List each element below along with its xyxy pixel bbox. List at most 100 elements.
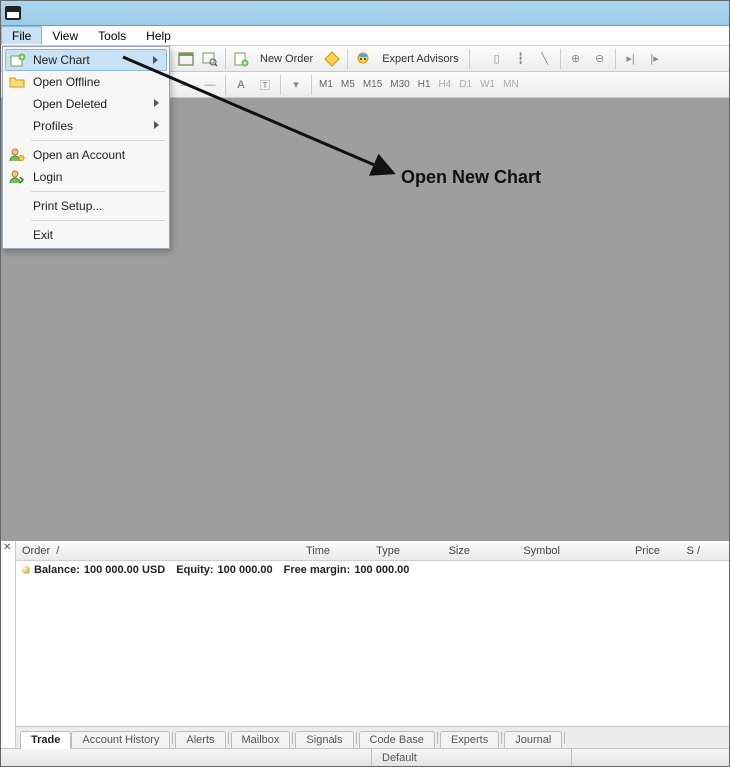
file-menu-new-chart[interactable]: New Chart <box>5 49 167 71</box>
file-menu-login[interactable]: Login <box>5 166 167 188</box>
menu-tools[interactable]: Tools <box>88 26 136 45</box>
terminal-tabs: Trade Account History Alerts Mailbox Sig… <box>16 726 729 748</box>
col-type[interactable]: Type <box>336 545 406 557</box>
col-time[interactable]: Time <box>176 545 336 557</box>
menu-file[interactable]: File <box>1 26 42 45</box>
terminal-tab-experts[interactable]: Experts <box>440 731 499 749</box>
expert-advisors-button[interactable]: Expert Advisors <box>376 48 464 70</box>
terminal-tab-alerts[interactable]: Alerts <box>175 731 225 749</box>
expert-advisors-icon[interactable] <box>352 48 374 70</box>
file-menu-open-account[interactable]: Open an Account <box>5 144 167 166</box>
margin-value: 100 000.00 <box>354 564 409 576</box>
terminal-tab-journal[interactable]: Journal <box>504 731 562 749</box>
shift-chart-icon[interactable]: |▸ <box>644 48 666 70</box>
margin-label: Free margin: <box>284 564 351 576</box>
toolbar-separator <box>280 75 281 95</box>
toolbar-separator <box>560 49 561 69</box>
window-titlebar <box>1 1 729 26</box>
plus-chart-icon <box>10 53 26 69</box>
user-add-icon <box>9 147 25 163</box>
statusbar: Default <box>1 748 729 766</box>
terminal-tab-signals[interactable]: Signals <box>295 731 353 749</box>
submenu-arrow-icon <box>154 99 159 107</box>
timeframe-m1[interactable]: M1 <box>316 79 336 90</box>
menu-separator <box>31 140 165 141</box>
statusbar-profile[interactable]: Default <box>371 749 571 766</box>
terminal-panel: ✕ Terminal Order / Time Type Size Symbol… <box>1 540 729 748</box>
menu-view[interactable]: View <box>42 26 88 45</box>
new-order-label: New Order <box>260 53 313 65</box>
object-list-icon[interactable]: ▾ <box>285 74 307 96</box>
menu-item-label: Open Deleted <box>33 97 107 111</box>
terminal-tab-history[interactable]: Account History <box>71 731 170 749</box>
timeframe-h1[interactable]: H1 <box>415 79 434 90</box>
new-order-button[interactable]: New Order <box>254 48 319 70</box>
expert-advisors-label: Expert Advisors <box>382 53 458 65</box>
equity-label: Equity: <box>176 564 213 576</box>
col-symbol[interactable]: Symbol <box>476 545 566 557</box>
menu-item-label: Open an Account <box>33 148 125 162</box>
submenu-arrow-icon <box>154 121 159 129</box>
timeframe-w1[interactable]: W1 <box>477 79 498 90</box>
menu-item-label: Exit <box>33 228 53 242</box>
file-menu-print-setup[interactable]: Print Setup... <box>5 195 167 217</box>
equity-value: 100 000.00 <box>218 564 273 576</box>
timeframe-h4[interactable]: H4 <box>436 79 455 90</box>
menu-item-label: Print Setup... <box>33 199 102 213</box>
col-order[interactable]: Order / <box>16 545 176 557</box>
line-tool-icon[interactable]: — <box>175 74 197 96</box>
file-menu-exit[interactable]: Exit <box>5 224 167 246</box>
alert-diamond-icon[interactable] <box>321 48 343 70</box>
submenu-arrow-icon <box>153 56 158 64</box>
file-menu-open-deleted[interactable]: Open Deleted <box>5 93 167 115</box>
line-chart-icon[interactable]: ╲ <box>534 48 556 70</box>
toolbar-separator <box>311 75 312 95</box>
balance-dot-icon <box>22 566 30 574</box>
zoom-chart-icon[interactable] <box>199 48 221 70</box>
col-size[interactable]: Size <box>406 545 476 557</box>
menu-item-label: Profiles <box>33 119 73 133</box>
candle-chart-icon[interactable]: ┇ <box>510 48 532 70</box>
timeframe-m15[interactable]: M15 <box>360 79 385 90</box>
app-window-icon <box>5 6 21 20</box>
menu-item-label: Open Offline <box>33 75 100 89</box>
folder-open-icon <box>9 74 25 90</box>
hline-tool-icon[interactable]: ― <box>199 74 221 96</box>
menu-item-label: Login <box>33 170 62 184</box>
balance-label: Balance: <box>34 564 80 576</box>
col-price[interactable]: Price <box>566 545 666 557</box>
file-menu-dropdown: New Chart Open Offline Open Deleted Prof… <box>2 46 170 249</box>
col-sl[interactable]: S / <box>666 545 706 557</box>
bar-chart-icon[interactable]: ▯ <box>486 48 508 70</box>
terminal-empty-area <box>16 579 729 726</box>
timeframe-d1[interactable]: D1 <box>456 79 475 90</box>
menubar: File View Tools Help <box>1 26 729 46</box>
file-menu-open-offline[interactable]: Open Offline <box>5 71 167 93</box>
toolbar-separator <box>347 49 348 69</box>
chart-window-icon[interactable] <box>175 48 197 70</box>
menu-item-label: New Chart <box>33 53 90 67</box>
menu-separator <box>31 220 165 221</box>
scroll-end-icon[interactable]: ▸| <box>620 48 642 70</box>
zoom-in-icon[interactable]: ⊕ <box>565 48 587 70</box>
label-tool-icon[interactable]: 🅃 <box>254 74 276 96</box>
new-order-icon[interactable] <box>230 48 252 70</box>
balance-row[interactable]: Balance: 100 000.00 USD Equity: 100 000.… <box>16 561 729 579</box>
file-menu-profiles[interactable]: Profiles <box>5 115 167 137</box>
text-tool-icon[interactable]: A <box>230 74 252 96</box>
terminal-header: Order / Time Type Size Symbol Price S / <box>16 541 729 561</box>
annotation-text: Open New Chart <box>401 167 541 188</box>
toolbar-separator <box>225 75 226 95</box>
zoom-out-icon[interactable]: ⊖ <box>589 48 611 70</box>
timeframe-m30[interactable]: M30 <box>387 79 412 90</box>
terminal-tab-trade[interactable]: Trade <box>20 731 71 749</box>
timeframe-m5[interactable]: M5 <box>338 79 358 90</box>
timeframe-mn[interactable]: MN <box>500 79 522 90</box>
toolbar-separator <box>225 49 226 69</box>
toolbar-separator <box>469 49 470 69</box>
user-login-icon <box>9 169 25 185</box>
terminal-close-icon[interactable]: ✕ <box>3 542 11 553</box>
terminal-tab-codebase[interactable]: Code Base <box>359 731 435 749</box>
terminal-tab-mailbox[interactable]: Mailbox <box>231 731 291 749</box>
menu-help[interactable]: Help <box>136 26 181 45</box>
